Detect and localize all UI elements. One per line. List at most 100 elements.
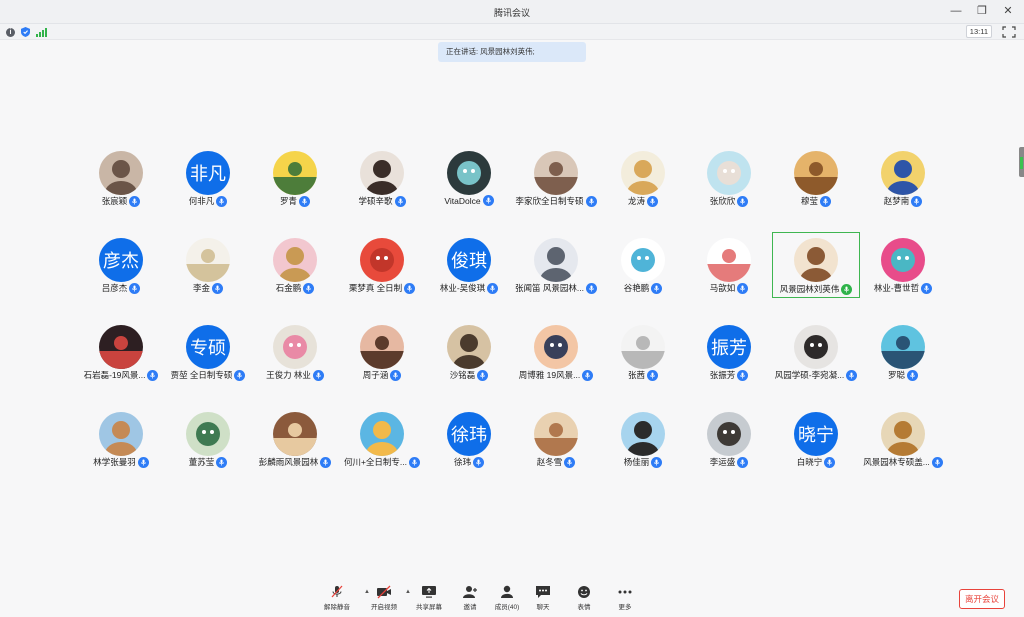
- participant-avatar: [794, 325, 838, 369]
- more-icon: [603, 585, 647, 599]
- participant-name: 徐玮: [453, 457, 471, 467]
- participant-tile[interactable]: 罗聪: [859, 319, 947, 385]
- toolbar-item-label: 解除静音: [324, 604, 350, 611]
- fullscreen-icon[interactable]: [1002, 25, 1016, 38]
- participant-name: 罗聪: [887, 370, 905, 380]
- participant-tile[interactable]: 杨佳丽: [599, 406, 687, 472]
- participant-name: 马歆如: [709, 283, 736, 293]
- participant-name: 贾堃 全日制专硕: [170, 370, 233, 380]
- participant-tile[interactable]: 李金: [164, 232, 252, 298]
- mic-status-icon: [212, 282, 223, 294]
- participant-tile[interactable]: 林业-曹世哲: [859, 232, 947, 298]
- participant-tile[interactable]: 董苏莹: [164, 406, 252, 472]
- info-icon[interactable]: i: [6, 27, 15, 37]
- mic-status-icon: [137, 456, 149, 468]
- restore-icon[interactable]: ❐: [976, 4, 988, 18]
- participant-tile[interactable]: 林学张曼羽: [77, 406, 165, 472]
- participant-tile[interactable]: 彭麟雨风景园林: [251, 406, 339, 472]
- participant-avatar: [621, 325, 665, 369]
- chat-button[interactable]: 聊天: [521, 585, 565, 611]
- participant-name: 董苏莹: [188, 457, 215, 467]
- mic-status-icon: [737, 456, 749, 468]
- participant-tile[interactable]: 张闻笛 风景园林...: [512, 232, 600, 298]
- participant-tile[interactable]: 王俊力 林业: [251, 319, 339, 385]
- participant-avatar: [99, 151, 143, 195]
- participant-name: 龙涛: [627, 196, 645, 206]
- participant-name: 张茜: [627, 370, 645, 380]
- participant-tile[interactable]: VitaDolce: [425, 145, 513, 211]
- participant-tile[interactable]: 罗青: [251, 145, 339, 211]
- participant-tile[interactable]: 周子涵: [338, 319, 426, 385]
- mic-muted-button[interactable]: 解除静音: [315, 585, 359, 611]
- participant-tile[interactable]: 赵冬雪: [512, 406, 600, 472]
- participant-name: 石岩磊-19风景...: [83, 370, 146, 380]
- participant-avatar: [360, 325, 404, 369]
- participant-tile[interactable]: 龙涛: [599, 145, 687, 211]
- mic-muted-icon: [315, 585, 359, 599]
- participant-avatar: [707, 412, 751, 456]
- mic-status-icon: [473, 456, 484, 468]
- participant-name: 林学张曼羽: [93, 457, 136, 467]
- participant-tile[interactable]: 石金鹏: [251, 232, 339, 298]
- mic-status-icon: [394, 195, 406, 207]
- participant-name: 杨佳丽: [623, 457, 650, 467]
- participant-tile[interactable]: 马歆如: [685, 232, 773, 298]
- participant-tile[interactable]: 徐玮 徐玮: [425, 406, 513, 472]
- participant-tile[interactable]: 非凡 何非凡: [164, 145, 252, 211]
- participant-tile[interactable]: 石岩磊-19风景...: [77, 319, 165, 385]
- participant-tile[interactable]: 风园学硕-李宛凝...: [772, 319, 860, 385]
- participant-tile[interactable]: 张宸颖: [77, 145, 165, 211]
- participant-tile[interactable]: 何川+全日制专...: [338, 406, 426, 472]
- participant-tile[interactable]: 周博雅 19风景...: [512, 319, 600, 385]
- participant-name: VitaDolce: [444, 195, 481, 206]
- participant-tile[interactable]: 振芳 张振芳: [685, 319, 773, 385]
- participant-tile[interactable]: 谷艳鹏: [599, 232, 687, 298]
- participant-tile[interactable]: 张茜: [599, 319, 687, 385]
- mic-status-icon: [824, 456, 836, 468]
- mic-status-icon: [303, 282, 315, 294]
- participant-tile[interactable]: 风景园林刘英伟: [772, 232, 860, 298]
- shield-icon[interactable]: [21, 27, 30, 37]
- video-options-caret-icon[interactable]: ▲: [405, 589, 411, 595]
- participant-avatar: [99, 325, 143, 369]
- participant-avatar: [621, 238, 665, 282]
- leave-meeting-button[interactable]: 离开会议: [959, 589, 1005, 609]
- participant-tile[interactable]: 李运盛: [685, 406, 773, 472]
- participant-avatar: [534, 412, 578, 456]
- emoji-button[interactable]: 表情: [562, 585, 606, 611]
- participant-tile[interactable]: 俊琪 林业-吴俊琪: [425, 232, 513, 298]
- participant-tile[interactable]: 彦杰 吕彦杰: [77, 232, 165, 298]
- participant-avatar: [881, 412, 925, 456]
- participant-tile[interactable]: 学硕辛歌: [338, 145, 426, 211]
- participant-name: 学硕辛歌: [358, 196, 393, 206]
- participant-tile[interactable]: 张欣欣: [685, 145, 773, 211]
- minimize-icon[interactable]: —: [950, 4, 962, 18]
- participant-tile[interactable]: 李家欣全日制专硕: [512, 145, 600, 211]
- mic-status-icon: [477, 369, 489, 381]
- participant-avatar: [621, 412, 665, 456]
- speaking-indicator: 正在讲话: 风景园林刘英伟;: [438, 42, 586, 62]
- participant-tile[interactable]: 赵梦南: [859, 145, 947, 211]
- screen-share-icon: [407, 585, 451, 599]
- signal-icon[interactable]: [36, 27, 47, 37]
- participant-name: 风园学硕-李宛凝...: [774, 370, 845, 380]
- mic-status-icon: [737, 369, 749, 381]
- participant-avatar: [273, 412, 317, 456]
- side-panel-handle[interactable]: [1019, 147, 1024, 177]
- participant-name: 罗青: [279, 196, 297, 206]
- screen-share-button[interactable]: 共享屏幕: [407, 585, 451, 611]
- participant-tile[interactable]: 风景园林专硕盖...: [859, 406, 947, 472]
- more-button[interactable]: 更多: [603, 585, 647, 611]
- participant-tile[interactable]: 专硕 贾堃 全日制专硕: [164, 319, 252, 385]
- mic-status-icon: [216, 456, 228, 468]
- participant-tile[interactable]: 晓宁 白晓宁: [772, 406, 860, 472]
- audio-options-caret-icon[interactable]: ▲: [364, 589, 370, 595]
- close-icon[interactable]: ✕: [1002, 4, 1014, 18]
- participant-avatar: [447, 151, 491, 195]
- participant-tile[interactable]: 沙铭磊: [425, 319, 513, 385]
- participant-tile[interactable]: 穆莹: [772, 145, 860, 211]
- mic-status-icon: [390, 369, 402, 381]
- mic-status-icon: [651, 282, 663, 294]
- participant-tile[interactable]: 栗梦真 全日制: [338, 232, 426, 298]
- participant-avatar: [534, 151, 578, 195]
